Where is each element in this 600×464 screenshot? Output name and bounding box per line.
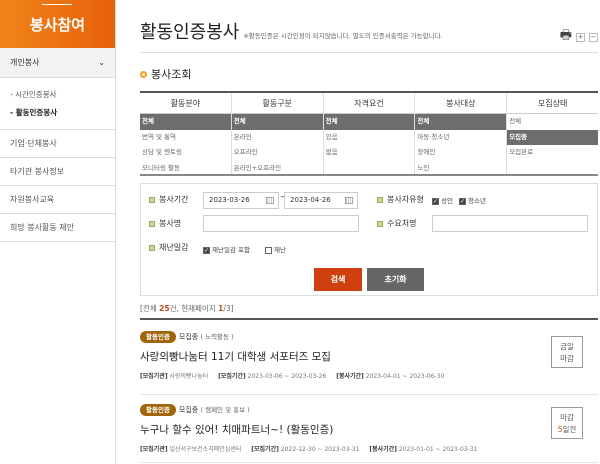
type-badge: 활동인증 xyxy=(140,331,176,343)
filter-option[interactable]: 번역 및 통역 xyxy=(140,130,231,146)
start-date-input[interactable]: 2023-03-26 xyxy=(203,192,279,209)
filter-option[interactable]: 전체 xyxy=(507,114,598,130)
service-name-input[interactable] xyxy=(203,215,359,232)
deadline-badge: 마감 5일전 xyxy=(551,407,583,439)
filter-option[interactable]: 온라인+오프라인 xyxy=(232,161,323,177)
recruit-label: [모집기간] xyxy=(251,446,279,453)
end-date-input[interactable]: 2023-04-26 xyxy=(284,192,358,209)
filter-header: 모집상태 xyxy=(507,93,598,114)
sidebar-item-other-org[interactable]: 타기관 봉사정보 xyxy=(0,158,115,186)
filter-option[interactable]: 아동·청소년 xyxy=(415,130,506,146)
status-text: 모집중 xyxy=(178,406,199,414)
adult-checkbox[interactable]: ✓ 성인 xyxy=(432,195,453,205)
org-label: 수요처명 xyxy=(377,218,416,229)
page-title: 활동인증봉사 ※활동인증은 시간인정이 되지않습니다. 별도의 인증서출력은 가능… xyxy=(140,18,443,44)
calendar-icon[interactable] xyxy=(266,197,274,204)
filter-header: 활동구분 xyxy=(231,93,323,114)
search-form: 봉사기간 2023-03-26 ~ 2023-04-26 봉사자유형 ✓ 성인 ✓… xyxy=(140,183,598,296)
result-title[interactable]: 사랑의빵나눔터 11기 대학생 서포터즈 모집 xyxy=(140,349,598,364)
org-value: 일산서구보건소치매안심센터 xyxy=(169,446,242,453)
zoom-in-button[interactable]: + xyxy=(576,32,585,42)
filter-option[interactable]: 온라인 xyxy=(232,130,323,146)
period-label: 봉사기간 xyxy=(149,194,188,205)
zoom-out-button[interactable]: − xyxy=(589,32,598,42)
section-title: 봉사조회 xyxy=(151,68,192,81)
org-label: [모집기관] xyxy=(140,373,168,380)
sidebar-group-personal[interactable]: 개인봉사 ⌄ xyxy=(0,48,115,78)
filter-option[interactable]: 모집중 xyxy=(507,129,598,145)
deadline-badge: 금일 마감 xyxy=(551,336,583,368)
recruit-period: 2022-12-30 ~ 2023-03-31 xyxy=(280,446,360,453)
filter-column: 활동분야 전체 번역 및 통역 상담 및 멘토링 모니터링 활동 xyxy=(140,93,232,174)
filter-option[interactable]: 전체 xyxy=(231,114,323,130)
recruit-period: 2023-03-06 ~ 2023-03-26 xyxy=(247,373,327,380)
divider xyxy=(140,52,598,53)
filter-option[interactable]: 오프라인 xyxy=(232,145,323,161)
sidebar-item-proposal[interactable]: 희망 봉사활동 제안 xyxy=(0,214,115,242)
result-item[interactable]: 활동인증 모집중 ( 노력활동 ) 사랑의빵나눔터 11기 대학생 서포터즈 모집… xyxy=(140,327,598,395)
service-period: 2023-04-01 ~ 2023-06-30 xyxy=(365,373,445,380)
org-name-input[interactable] xyxy=(432,215,588,232)
result-title[interactable]: 누구나 할수 있어! 치매파트너~! (활동인증) xyxy=(140,422,598,437)
sidebar-item-corporate[interactable]: 기업·단체봉사 xyxy=(0,130,115,158)
type-badge: 활동인증 xyxy=(140,404,176,416)
sidebar-item-education[interactable]: 자원봉사교육 xyxy=(0,186,115,214)
filter-option[interactable]: 모니터링 활동 xyxy=(140,161,231,177)
filter-option[interactable]: 없음 xyxy=(324,145,415,161)
filter-option[interactable]: 상담 및 멘토링 xyxy=(140,145,231,161)
filter-column: 활동구분 전체 온라인 오프라인 온라인+오프라인 xyxy=(231,93,324,177)
group-label: 개인봉사 xyxy=(10,58,40,67)
org-label: [모집기관] xyxy=(140,446,168,453)
sidebar: 봉사참여 개인봉사 ⌄ - 시간인증봉사 - 활동인증봉사 기업·단체봉사 타기관… xyxy=(0,0,116,464)
volunteer-type-label: 봉사자유형 xyxy=(377,194,424,205)
filter-option[interactable]: 전체 xyxy=(140,114,231,130)
filter-header: 활동분야 xyxy=(140,93,231,114)
result-item[interactable]: 활동인증 모집중 ( 캠페인 및 홍보 ) 누구나 할수 있어! 치매파트너~! … xyxy=(140,400,598,463)
service-label: [봉사기간] xyxy=(369,446,397,453)
section-heading: 봉사조회 xyxy=(140,66,191,82)
title-text: 활동인증봉사 xyxy=(140,22,240,43)
sidebar-sub-time[interactable]: - 시간인증봉사 xyxy=(10,86,105,104)
filter-option[interactable]: 전체 xyxy=(415,114,507,130)
category-text: ( 노력활동 ) xyxy=(200,333,234,341)
include-disaster-checkbox[interactable]: ✓ 재난일감 포함 xyxy=(203,244,250,254)
org-value: 사랑의빵나눔터 xyxy=(169,373,209,380)
filter-option[interactable]: 전체 xyxy=(323,114,415,130)
search-button[interactable]: 검색 xyxy=(314,268,362,291)
filter-header: 자격요건 xyxy=(323,93,415,114)
youth-checkbox[interactable]: ✓ 청소년 xyxy=(459,195,486,205)
result-count: [전체 25건, 현재페이지 1/3] xyxy=(140,304,234,313)
filter-column: 봉사대상 전체 아동·청소년 장애인 노인 xyxy=(415,93,508,177)
disaster-checkbox[interactable]: 재난 xyxy=(265,244,286,254)
filter-column: 자격요건 전체 있음 없음 xyxy=(323,93,416,174)
service-period: 2023-01-01 ~ 2023-03-31 xyxy=(398,446,478,453)
filter-option[interactable]: 노인 xyxy=(415,161,506,177)
filter-table: 활동분야 전체 번역 및 통역 상담 및 멘토링 모니터링 활동 활동구분 전체 온라인 오프라… xyxy=(140,91,598,176)
category-text: ( 캠페인 및 홍보 ) xyxy=(200,406,250,414)
bullet-icon xyxy=(140,70,147,78)
reset-button[interactable]: 초기화 xyxy=(367,268,424,291)
status-text: 모집중 xyxy=(178,333,199,341)
filter-option[interactable]: 있음 xyxy=(324,130,415,146)
list-top-border xyxy=(140,318,598,320)
recruit-label: [모집기간] xyxy=(218,373,246,380)
disaster-label: 재난일감 xyxy=(149,242,188,253)
chevron-down-icon: ⌄ xyxy=(98,58,105,67)
filter-column: 모집상태 전체 모집중 모집완료 xyxy=(507,93,598,174)
filter-header: 봉사대상 xyxy=(415,93,507,114)
service-label: [봉사기간] xyxy=(336,373,364,380)
sidebar-sub-activity[interactable]: - 활동인증봉사 xyxy=(10,104,105,122)
sidebar-title: 봉사참여 xyxy=(0,0,115,48)
calendar-icon[interactable] xyxy=(345,197,353,204)
name-label: 봉사명 xyxy=(149,218,181,229)
print-icon[interactable]: 🖶 xyxy=(560,26,572,48)
title-note: ※활동인증은 시간인정이 되지않습니다. 별도의 인증서출력은 가능합니다. xyxy=(243,32,443,40)
filter-option[interactable]: 장애인 xyxy=(415,145,506,161)
filter-option[interactable]: 모집완료 xyxy=(507,145,598,161)
